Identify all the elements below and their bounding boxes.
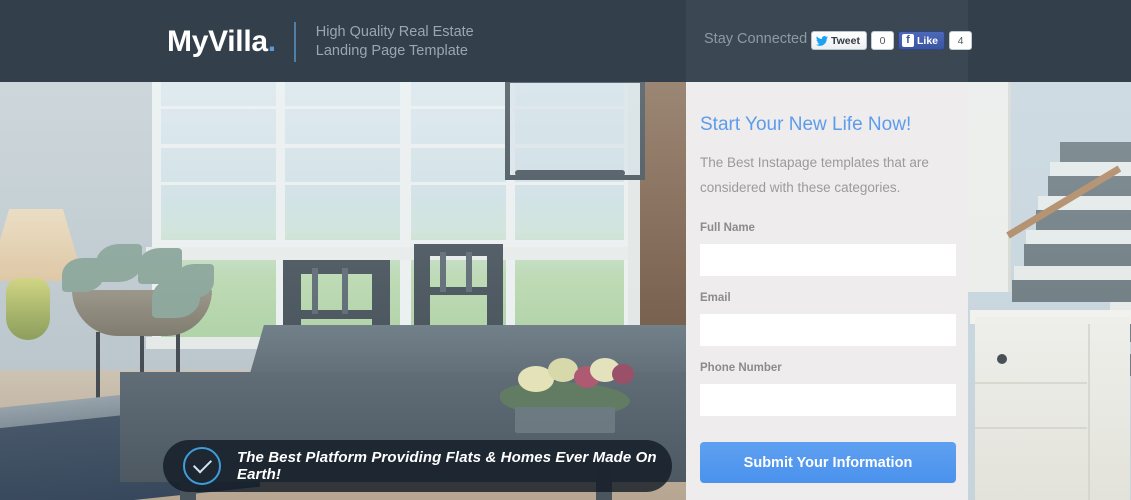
brand-logo[interactable]: MyVilla. High Quality Real Estate Landin… — [167, 22, 474, 62]
form-title: Start Your New Life Now! — [700, 114, 912, 135]
logo-text: MyVilla. — [167, 27, 276, 57]
logo-divider — [293, 22, 296, 62]
form-description: The Best Instapage templates that are co… — [700, 155, 929, 195]
check-circle-icon — [183, 447, 221, 485]
logo-name: MyVilla — [167, 25, 268, 58]
like-label: Like — [916, 34, 938, 47]
full-name-label: Full Name — [700, 222, 755, 234]
header-tagline-line2: Landing Page Template — [315, 43, 468, 59]
signup-form-panel — [686, 82, 968, 500]
submit-button[interactable]: Submit Your Information — [700, 442, 956, 483]
header-tagline: High Quality Real Estate Landing Page Te… — [316, 23, 474, 61]
tweet-label: Tweet — [831, 34, 860, 47]
logo-dot: . — [267, 25, 276, 58]
stay-connected-label: Stay Connected — [704, 31, 808, 47]
check-mark — [192, 454, 212, 474]
header-tagline-line1: High Quality Real Estate — [315, 24, 474, 40]
like-count[interactable]: 4 — [949, 31, 972, 50]
email-label: Email — [700, 292, 731, 304]
landing-page: MyVilla. High Quality Real Estate Landin… — [0, 0, 1131, 500]
tweet-button[interactable]: Tweet — [811, 31, 867, 50]
full-name-input[interactable] — [700, 244, 956, 276]
hero-banner-text: The Best Platform Providing Flats & Home… — [237, 449, 657, 483]
facebook-icon: f — [901, 34, 914, 47]
phone-number-label: Phone Number — [700, 362, 782, 374]
email-input[interactable] — [700, 314, 956, 346]
tweet-count[interactable]: 0 — [870, 31, 894, 50]
hero-banner: The Best Platform Providing Flats & Home… — [163, 440, 672, 492]
phone-number-input[interactable] — [700, 384, 956, 416]
like-button[interactable]: f Like — [897, 31, 945, 50]
twitter-bird-icon — [816, 35, 828, 46]
social-buttons: Tweet 0 f Like 4 — [811, 31, 972, 50]
